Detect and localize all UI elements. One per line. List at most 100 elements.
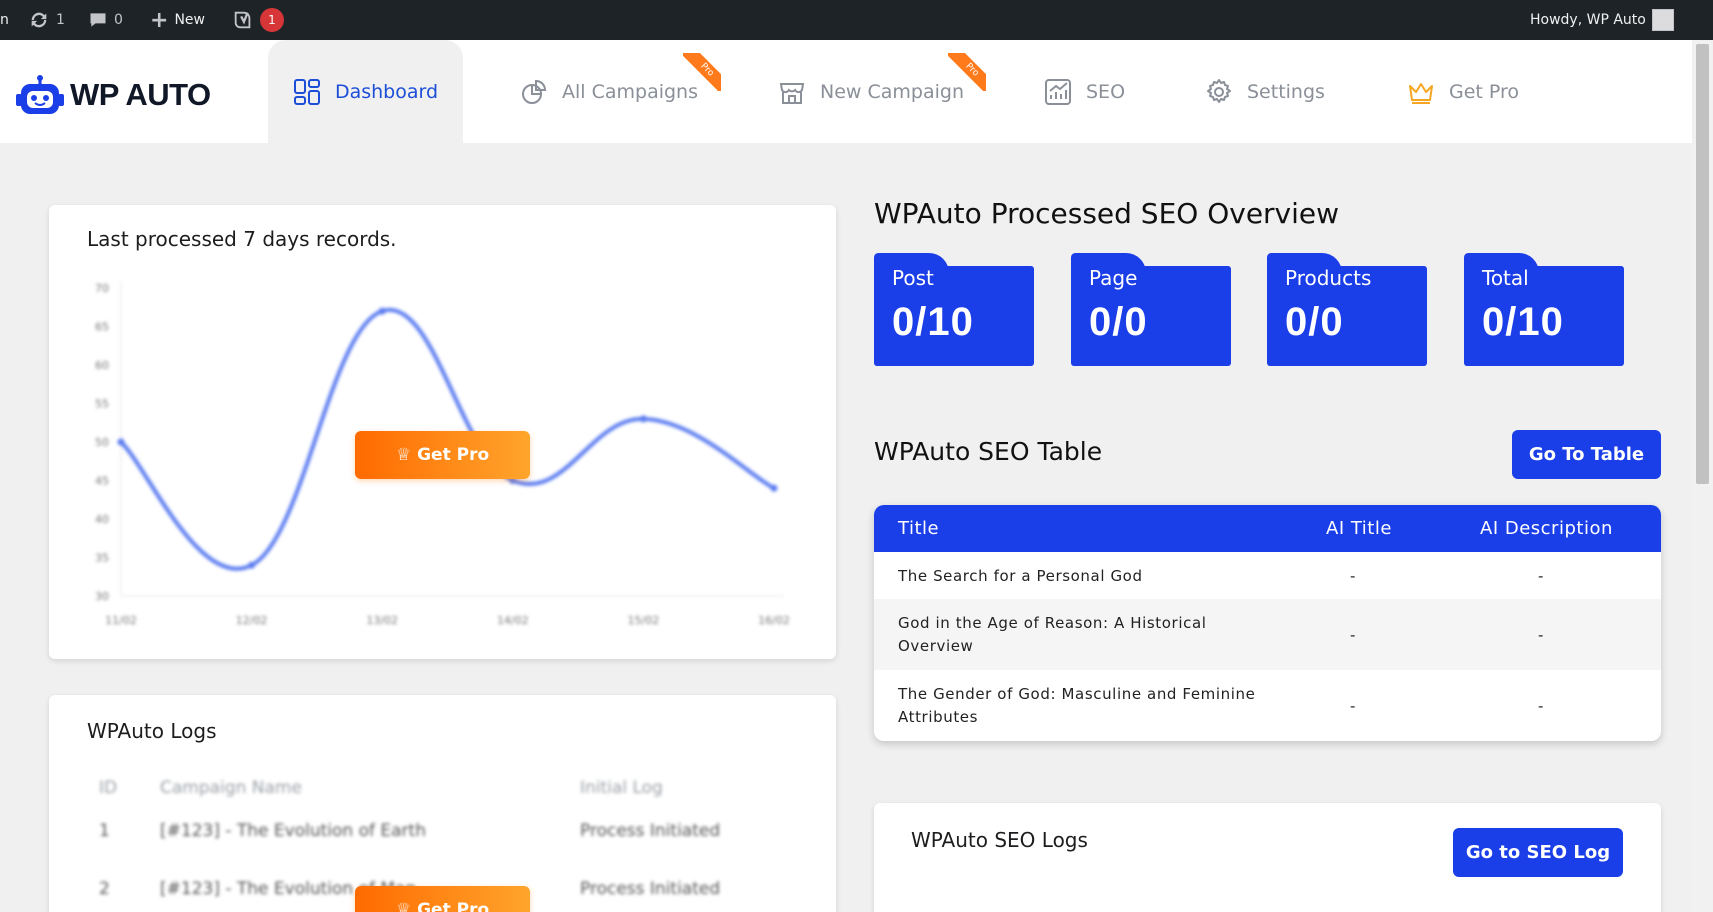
seo-chart-icon — [1045, 78, 1071, 105]
row-ai-description: - — [1538, 696, 1545, 715]
table-row[interactable]: God in the Age of Reason: A Historical O… — [874, 599, 1661, 670]
y-tick-label: 65 — [95, 321, 109, 334]
stat-card-post: Post 0/10 — [874, 253, 1034, 366]
cut-glyph: n — [0, 12, 9, 28]
pro-ribbon-new-campaign: Pro — [948, 53, 986, 91]
x-tick-label: 16/02 — [758, 614, 790, 627]
wp-auto-logo[interactable]: WP AUTO — [16, 74, 211, 116]
dashboard-grid-icon — [293, 78, 320, 105]
logs-get-pro-button[interactable]: ♕ Get Pro — [355, 886, 530, 912]
stat-card-total: Total 0/10 — [1464, 253, 1624, 366]
row-title: God in the Age of Reason: A Historical O… — [898, 613, 1207, 655]
updates-button[interactable]: 1 — [28, 0, 65, 40]
row-ai-title: - — [1350, 696, 1357, 715]
y-tick-label: 50 — [95, 436, 109, 449]
tab-new-campaign[interactable]: New Campaign — [778, 40, 964, 143]
stat-value: 0/0 — [1285, 300, 1344, 344]
data-point — [117, 438, 125, 446]
logo-text: WP AUTO — [70, 77, 211, 112]
chart-get-pro-button[interactable]: ♕ Get Pro — [355, 431, 530, 479]
table-row[interactable]: The Gender of God: Masculine and Feminin… — [874, 670, 1661, 741]
row-ai-title: - — [1350, 566, 1357, 585]
avatar — [1651, 9, 1674, 31]
tab-label: Settings — [1247, 80, 1325, 103]
tab-all-campaigns[interactable]: All Campaigns — [520, 40, 698, 143]
admin-bar-cut-label[interactable]: n — [0, 0, 9, 40]
x-tick-label: 15/02 — [628, 614, 660, 627]
row-title: The Gender of God: Masculine and Feminin… — [898, 684, 1256, 726]
new-content-button[interactable]: + New — [150, 0, 205, 40]
seo-logs-title: WPAuto SEO Logs — [911, 828, 1088, 852]
y-tick-label: 40 — [95, 513, 109, 526]
y-tick-label: 45 — [95, 475, 109, 488]
row-title: The Search for a Personal God — [898, 566, 1143, 585]
stat-value: 0/10 — [892, 300, 974, 344]
store-icon — [779, 82, 805, 104]
data-point — [248, 561, 256, 569]
crown-icon — [1409, 82, 1433, 104]
col-title: Title — [898, 518, 940, 539]
tab-get-pro[interactable]: Get Pro — [1407, 40, 1519, 143]
seo-table-title: WPAuto SEO Table — [874, 437, 1103, 466]
y-tick-label: 60 — [95, 359, 109, 372]
new-label: New — [174, 12, 205, 28]
robot-logo-icon — [16, 75, 64, 114]
stat-label: Page — [1089, 266, 1138, 290]
row-ai-description: - — [1538, 625, 1545, 644]
tab-seo[interactable]: SEO — [1044, 40, 1125, 143]
account-menu[interactable]: Howdy, WP Auto — [1530, 0, 1674, 40]
tab-label: Get Pro — [1449, 80, 1520, 103]
get-pro-label: Get Pro — [417, 445, 490, 465]
data-point — [639, 415, 647, 423]
comments-count: 0 — [114, 12, 123, 28]
stat-value: 0/10 — [1482, 300, 1564, 344]
tab-label: Dashboard — [334, 80, 439, 103]
go-to-seo-log-button[interactable]: Go to SEO Log — [1453, 828, 1623, 877]
refresh-icon — [31, 12, 47, 28]
tab-settings[interactable]: Settings — [1205, 40, 1325, 143]
col-ai-title: AI Title — [1326, 518, 1392, 539]
tab-dashboard[interactable]: Dashboard — [268, 40, 463, 143]
yoast-menu[interactable]: 1 — [232, 0, 284, 40]
tab-label: All Campaigns — [562, 80, 698, 103]
x-tick-label: 13/02 — [366, 614, 398, 627]
seo-table-header: Title AI Title AI Description — [874, 505, 1661, 552]
wp-admin-bar: n 1 0 + New 1 Howdy, WP Auto — [0, 0, 1713, 40]
row-ai-title: - — [1350, 625, 1357, 644]
y-tick-label: 70 — [95, 282, 109, 295]
gear-icon — [1207, 78, 1231, 103]
howdy-text: Howdy, WP Auto — [1530, 12, 1646, 28]
row-ai-description: - — [1538, 566, 1545, 585]
plus-icon: + — [150, 7, 169, 33]
x-tick-label: 14/02 — [497, 614, 529, 627]
yoast-icon — [234, 11, 251, 29]
table-row[interactable]: The Search for a Personal God - - — [874, 552, 1661, 599]
stat-card-products: Products 0/0 — [1267, 253, 1427, 366]
logs-card-title: WPAuto Logs — [87, 719, 217, 743]
x-tick-label: 11/02 — [105, 614, 137, 627]
stat-label: Products — [1285, 266, 1372, 290]
page-scrollbar-thumb[interactable] — [1696, 44, 1709, 484]
x-tick-label: 12/02 — [236, 614, 268, 627]
stat-card-page: Page 0/0 — [1071, 253, 1231, 366]
stat-label: Total — [1482, 266, 1529, 290]
updates-count: 1 — [56, 12, 65, 28]
data-point — [378, 307, 386, 315]
campaigns-icon — [522, 79, 547, 104]
go-to-table-button[interactable]: Go To Table — [1512, 430, 1661, 479]
stat-value: 0/0 — [1089, 300, 1148, 344]
tab-label: SEO — [1086, 80, 1126, 103]
y-tick-label: 30 — [95, 590, 109, 603]
comments-button[interactable]: 0 — [88, 0, 123, 40]
overview-title: WPAuto Processed SEO Overview — [874, 197, 1340, 230]
records-card-title: Last processed 7 days records. — [87, 227, 397, 251]
y-tick-label: 55 — [95, 398, 109, 411]
pro-ribbon-all-campaigns: Pro — [683, 53, 721, 91]
get-pro-label: Get Pro — [417, 900, 490, 912]
crown-icon: ♕ — [395, 445, 412, 465]
yoast-notification-badge: 1 — [260, 8, 284, 32]
comment-icon — [90, 13, 106, 27]
y-tick-label: 35 — [95, 552, 109, 565]
stat-label: Post — [892, 266, 934, 290]
crown-icon: ♕ — [395, 900, 412, 912]
